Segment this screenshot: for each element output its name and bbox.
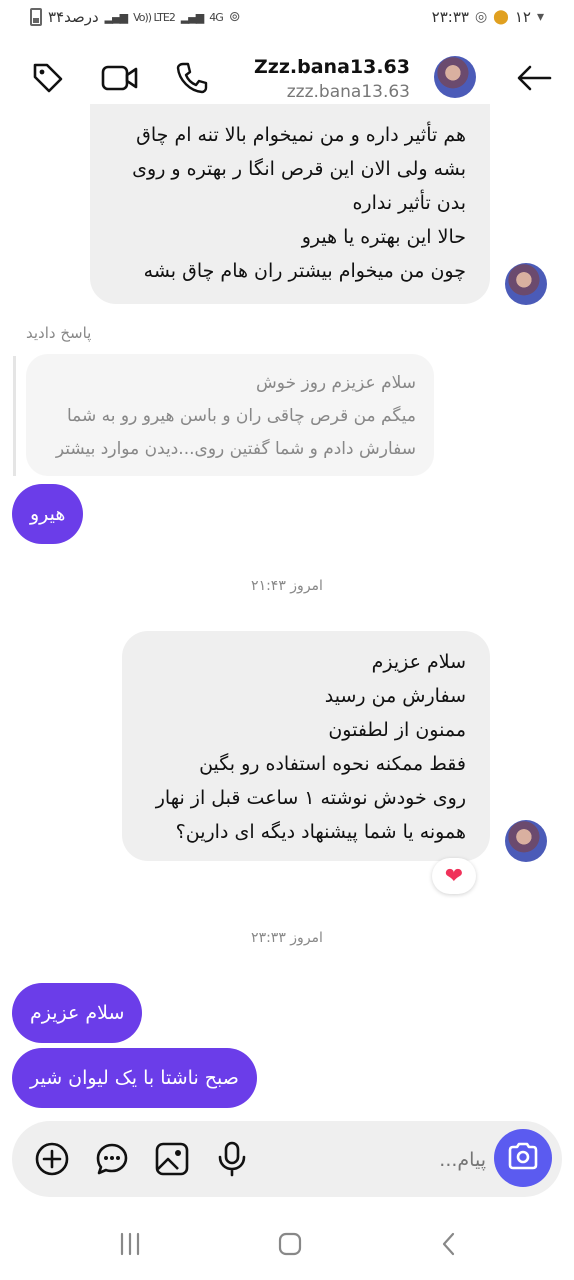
message-line: همونه یا شما پیشنهاد دیگه ای دارین؟ [175, 821, 466, 843]
quote-line: سلام عزیزم روز خوش [256, 373, 416, 393]
message-line: سفارش من رسید [324, 685, 466, 707]
phone-call-icon[interactable] [172, 58, 212, 98]
sticker-icon[interactable] [92, 1139, 132, 1179]
outgoing-message[interactable]: صبح ناشتا با یک لیوان شیر [12, 1048, 257, 1108]
location-icon: ⬤ [493, 9, 509, 25]
volte-label: Vo)) LTE2 [133, 10, 176, 24]
message-line: ممنون از لطفتون [328, 719, 466, 741]
contact-avatar[interactable] [434, 56, 476, 98]
network-label: 4G [209, 10, 223, 24]
quote-line: سفارش دادم و شما گفتین روی...دیدن موارد … [55, 439, 416, 459]
message-line: چون من میخوام بیشتر ران هام چاق بشه [143, 260, 466, 282]
message-text: سلام عزیزم [30, 1002, 125, 1024]
reply-divider [13, 356, 16, 476]
quoted-message[interactable]: سلام عزیزم روز خوش میگم من قرص چاقی ران … [26, 354, 434, 476]
message-line: روی خودش نوشته ۱ ساعت قبل از نهار [155, 787, 466, 809]
camera-button[interactable] [494, 1129, 552, 1187]
timestamp: امروز ۲۳:۳۳ [251, 930, 323, 946]
quote-line: میگم من قرص چاقی ران و باسن هیرو رو به ش… [67, 406, 416, 426]
sender-avatar[interactable] [505, 820, 547, 862]
whatsapp-icon: ◎ [474, 9, 488, 25]
message-text: صبح ناشتا با یک لیوان شیر [30, 1067, 239, 1089]
microphone-icon[interactable] [212, 1139, 252, 1179]
signal-icon-2: ▂▄▆ [180, 10, 204, 24]
gallery-icon[interactable] [152, 1139, 192, 1179]
incoming-message[interactable]: هم تأثیر داره و من نمیخوام بالا تنه ام چ… [90, 104, 490, 304]
hotspot-icon: ⊚ [228, 9, 241, 25]
status-bar: ۳۴درصد ▂▄▆ Vo)) LTE2 ▂▄▆ 4G ⊚ ۲۳:۳۳ ◎ ⬤ … [0, 0, 574, 38]
message-line: فقط ممکنه نحوه استفاده رو بگین [199, 753, 466, 775]
system-nav-bar [0, 1205, 574, 1280]
back-arrow-icon[interactable] [514, 58, 554, 98]
message-line: بدن تأثیر نداره [352, 192, 466, 214]
battery-text: ۳۴درصد [48, 8, 99, 26]
outgoing-message[interactable]: سلام عزیزم [12, 983, 143, 1043]
message-line: هم تأثیر داره و من نمیخوام بالا تنه ام چ… [136, 124, 466, 146]
message-line: سلام عزیزم [371, 651, 466, 673]
camera-icon [507, 1142, 539, 1174]
status-time: ۲۳:۳۳ [431, 8, 469, 26]
status-left: ۳۴درصد ▂▄▆ Vo)) LTE2 ▂▄▆ 4G ⊚ [30, 8, 240, 26]
incoming-message[interactable]: سلام عزیزم سفارش من رسید ممنون از لطفتون… [122, 631, 490, 861]
chevron-icon: ▾ [536, 9, 544, 25]
status-right: ۲۳:۳۳ ◎ ⬤ ۱۲ ▾ [432, 8, 544, 26]
notif-count: ۱۲ [514, 8, 531, 26]
timestamp: امروز ۲۱:۴۳ [251, 578, 323, 594]
home-button[interactable] [270, 1227, 310, 1261]
recent-apps-button[interactable] [110, 1227, 150, 1261]
sender-avatar[interactable] [505, 263, 547, 305]
message-text: هیرو [30, 503, 66, 525]
contact-name[interactable]: Zzz.bana13.63 [254, 56, 410, 78]
reply-label: پاسخ دادید [26, 324, 92, 342]
message-line: حالا این بهتره یا هیرو [301, 226, 466, 248]
contact-username[interactable]: zzz.bana13.63 [287, 82, 410, 102]
add-icon[interactable] [32, 1139, 72, 1179]
message-composer [12, 1121, 562, 1197]
message-line: بشه ولی الان این قرص انگا ر بهتره و روی [132, 158, 466, 180]
video-call-icon[interactable] [100, 58, 140, 98]
back-nav-button[interactable] [430, 1227, 470, 1261]
message-input[interactable] [266, 1145, 486, 1175]
signal-icon: ▂▄▆ [104, 10, 128, 24]
tag-icon[interactable] [28, 58, 68, 98]
heart-reaction[interactable]: ❤ [432, 858, 476, 894]
heart-icon: ❤ [444, 863, 464, 889]
outgoing-message[interactable]: هیرو [12, 484, 84, 544]
battery-icon [30, 8, 42, 26]
